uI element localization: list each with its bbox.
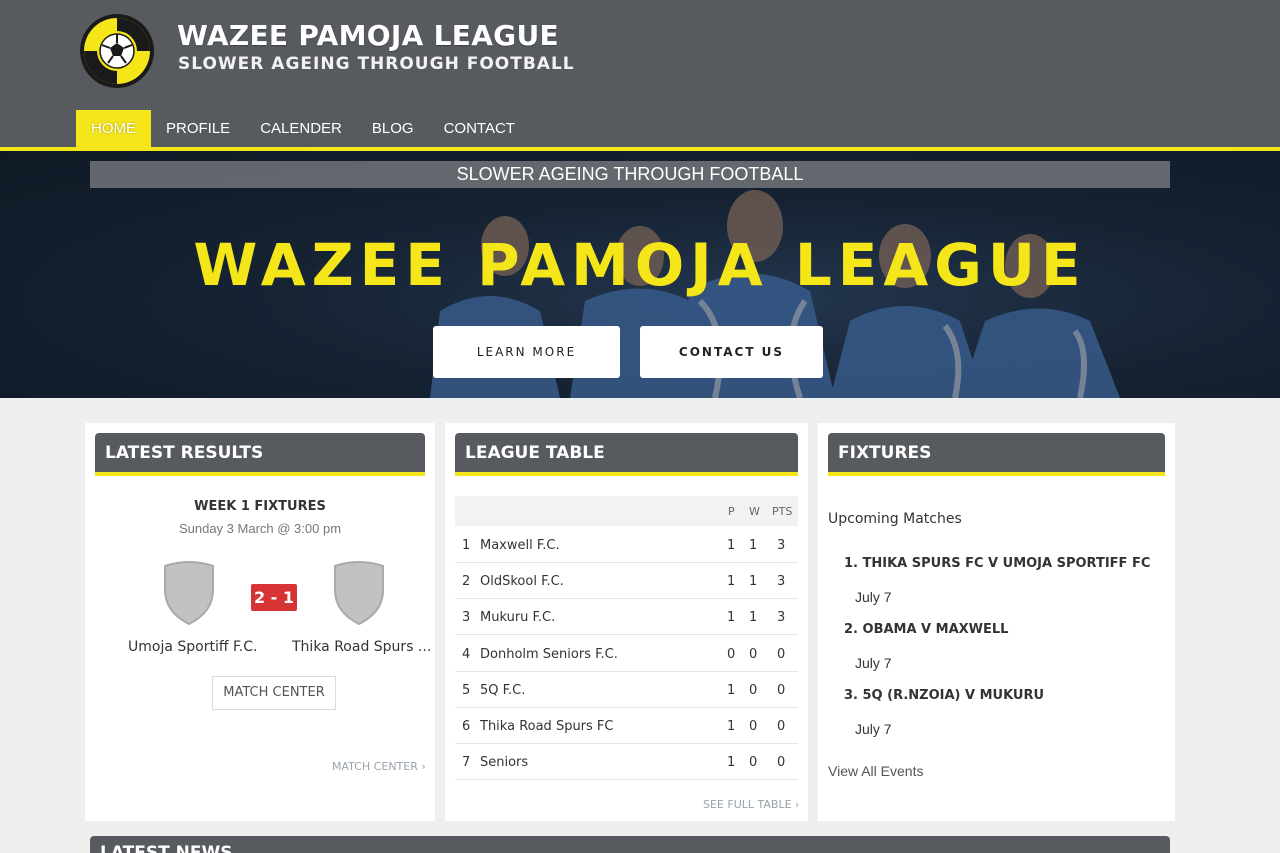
- fixture-match: OBAMA V MAXWELL: [862, 622, 1009, 637]
- table-won: 1: [749, 538, 758, 553]
- nav-blog[interactable]: BLOG: [357, 110, 429, 147]
- table-position: 1: [462, 538, 471, 553]
- fixture-match: THIKA SPURS FC V UMOJA SPORTIFF FC: [862, 556, 1151, 571]
- league-table-row[interactable]: 2 OldSkool F.C. 1 1 3: [455, 563, 798, 600]
- league-table-row[interactable]: 4 Donholm Seniors F.C. 0 0 0: [455, 636, 798, 672]
- results-week[interactable]: WEEK 1 FIXTURES: [85, 499, 435, 514]
- table-points: 0: [777, 719, 786, 734]
- league-table-row[interactable]: 5 5Q F.C. 1 0 0: [455, 672, 798, 708]
- league-table-row[interactable]: 1 Maxwell F.C. 1 1 3: [455, 527, 798, 563]
- fixture-number: 1.: [844, 556, 858, 571]
- table-points: 0: [777, 646, 786, 662]
- table-points: 3: [777, 610, 786, 626]
- table-position: 5: [462, 682, 471, 698]
- fixture-number: 3.: [844, 688, 858, 703]
- score-badge[interactable]: 2 - 1: [251, 584, 297, 611]
- site-header: WAZEE PAMOJA LEAGUE SLOWER AGEING THROUG…: [0, 0, 1280, 151]
- fixture-date: July 7: [855, 721, 892, 737]
- table-position: 2: [462, 574, 471, 590]
- match-center-link-label: MATCH CENTER: [332, 760, 418, 773]
- hero-title: WAZEE PAMOJA LEAGUE: [193, 231, 1087, 299]
- away-team-crest-icon[interactable]: [331, 560, 387, 626]
- table-team-name[interactable]: Thika Road Spurs FC: [480, 719, 614, 734]
- league-logo[interactable]: [79, 13, 155, 89]
- fixture-item[interactable]: 2. OBAMA V MAXWELL: [844, 622, 1008, 637]
- upcoming-matches-heading: Upcoming Matches: [828, 511, 962, 527]
- site-title[interactable]: WAZEE PAMOJA LEAGUE: [177, 19, 559, 52]
- table-played: 1: [727, 574, 736, 590]
- fixtures-panel: FIXTURES Upcoming Matches 1. THIKA SPURS…: [818, 423, 1175, 821]
- table-team-name[interactable]: OldSkool F.C.: [480, 574, 564, 589]
- table-played: 1: [727, 538, 736, 553]
- table-position: 7: [462, 755, 471, 771]
- table-played: 0: [727, 646, 736, 662]
- site-tagline: SLOWER AGEING THROUGH FOOTBALL: [178, 54, 575, 74]
- table-points: 0: [777, 755, 786, 771]
- contact-us-button[interactable]: CONTACT US: [640, 326, 823, 378]
- away-team-name[interactable]: Thika Road Spurs ...: [292, 639, 431, 655]
- table-points: 3: [777, 574, 786, 590]
- latest-results-panel: LATEST RESULTS WEEK 1 FIXTURES Sunday 3 …: [85, 423, 435, 821]
- league-table-row[interactable]: 6 Thika Road Spurs FC 1 0 0: [455, 708, 798, 744]
- table-won: 1: [749, 610, 758, 626]
- league-table-heading: LEAGUE TABLE: [455, 433, 798, 476]
- nav-profile[interactable]: PROFILE: [151, 110, 245, 147]
- table-won: 0: [749, 755, 758, 771]
- fixture-number: 2.: [844, 622, 858, 637]
- nav-calender[interactable]: CALENDER: [245, 110, 357, 147]
- table-played: 1: [727, 755, 736, 771]
- hero-banner: SLOWER AGEING THROUGH FOOTBALL WAZEE PAM…: [0, 151, 1280, 398]
- see-full-table-label: SEE FULL TABLE: [703, 798, 792, 811]
- fixture-item[interactable]: 3. 5Q (R.NZOIA) V MUKURU: [844, 688, 1044, 703]
- table-points: 0: [777, 682, 786, 698]
- col-won: W: [749, 505, 760, 518]
- table-team-name[interactable]: Donholm Seniors F.C.: [480, 647, 618, 662]
- table-played: 1: [727, 610, 736, 626]
- table-played: 1: [727, 719, 736, 734]
- table-position: 6: [462, 719, 471, 734]
- match-center-link[interactable]: MATCH CENTER ›: [332, 760, 426, 773]
- home-team-crest-icon[interactable]: [161, 560, 217, 626]
- table-position: 4: [462, 646, 471, 662]
- league-table-row[interactable]: 7 Seniors 1 0 0: [455, 744, 798, 781]
- league-table-panel: LEAGUE TABLE P W PTS 1 Maxwell F.C. 1 1 3 2 Ol…: [445, 423, 808, 821]
- col-points: PTS: [772, 505, 793, 518]
- fixture-date: July 7: [855, 655, 892, 671]
- fixtures-heading: FIXTURES: [828, 433, 1165, 476]
- table-won: 0: [749, 719, 758, 734]
- table-won: 0: [749, 682, 758, 698]
- table-team-name[interactable]: Seniors: [480, 755, 528, 770]
- latest-results-heading: LATEST RESULTS: [95, 433, 425, 476]
- view-all-events-link[interactable]: View All Events: [828, 763, 923, 779]
- table-played: 1: [727, 682, 736, 698]
- chevron-right-icon: ›: [421, 760, 426, 773]
- table-team-name[interactable]: 5Q F.C.: [480, 683, 525, 698]
- fixture-date: July 7: [855, 589, 892, 605]
- nav-home[interactable]: HOME: [76, 110, 151, 147]
- col-played: P: [728, 505, 735, 518]
- fixture-match: 5Q (R.NZOIA) V MUKURU: [862, 688, 1045, 703]
- hero-tagline-strip: SLOWER AGEING THROUGH FOOTBALL: [90, 161, 1170, 188]
- table-team-name[interactable]: Mukuru F.C.: [480, 610, 555, 625]
- learn-more-button[interactable]: LEARN MORE: [433, 326, 620, 378]
- table-won: 0: [749, 646, 758, 662]
- table-team-name[interactable]: Maxwell F.C.: [480, 538, 560, 553]
- nav-contact[interactable]: CONTACT: [429, 110, 530, 147]
- league-table-header-row: P W PTS: [455, 496, 798, 526]
- see-full-table-link[interactable]: SEE FULL TABLE ›: [703, 798, 799, 811]
- fixture-item[interactable]: 1. THIKA SPURS FC V UMOJA SPORTIFF FC: [844, 556, 1150, 571]
- main-nav: HOME PROFILE CALENDER BLOG CONTACT: [76, 110, 530, 147]
- home-team-name[interactable]: Umoja Sportiff F.C.: [128, 639, 257, 655]
- chevron-right-icon: ›: [795, 798, 800, 811]
- latest-news-heading: LATEST NEWS: [90, 836, 1170, 853]
- league-table-row[interactable]: 3 Mukuru F.C. 1 1 3: [455, 599, 798, 636]
- table-position: 3: [462, 610, 471, 626]
- results-date: Sunday 3 March @ 3:00 pm: [178, 521, 342, 536]
- table-won: 1: [749, 574, 758, 590]
- match-center-button[interactable]: MATCH CENTER: [212, 676, 336, 710]
- table-points: 3: [777, 538, 786, 553]
